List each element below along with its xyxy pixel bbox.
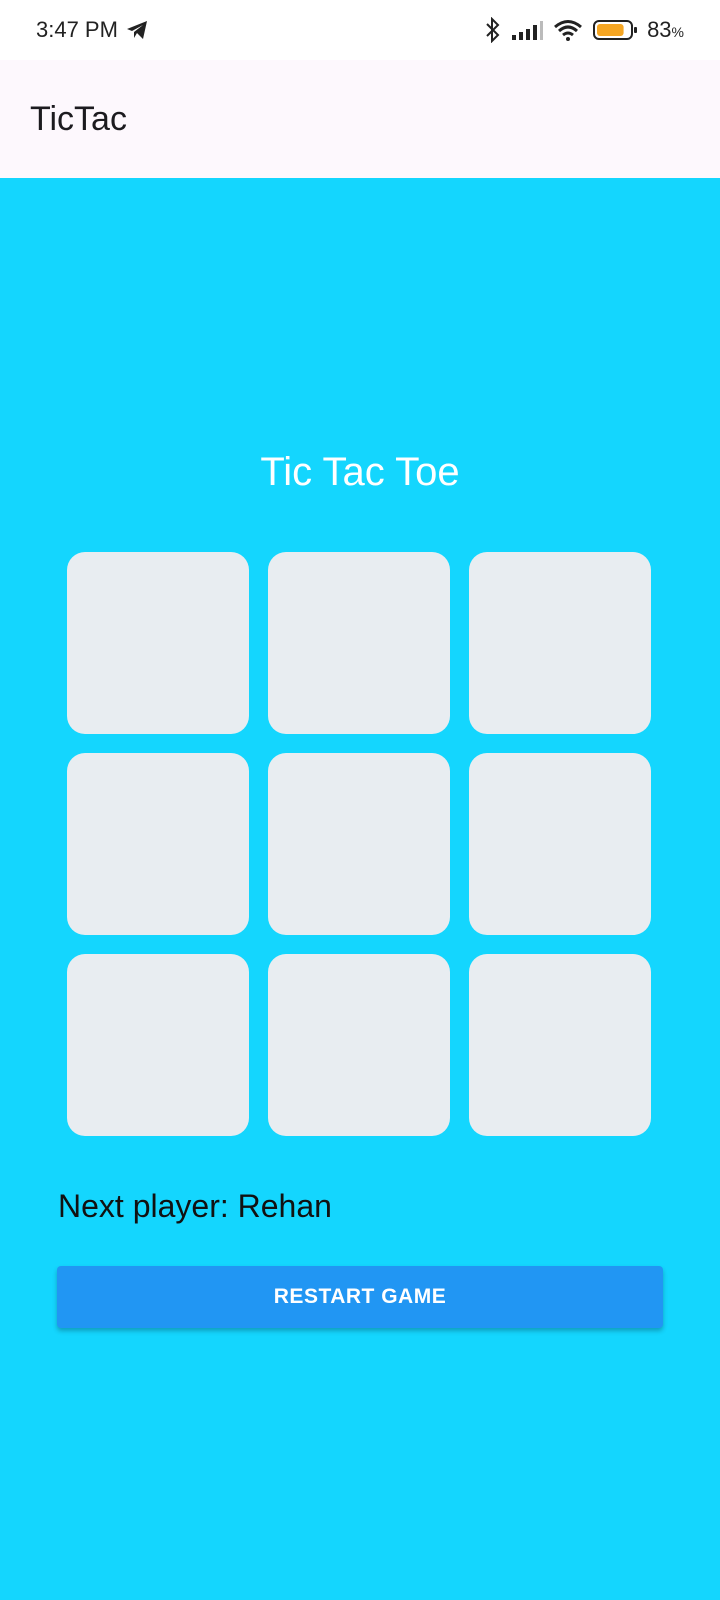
app-bar: TicTac [0, 60, 720, 178]
wifi-icon [553, 19, 583, 41]
telegram-icon [126, 20, 148, 40]
status-bar: 3:47 PM 83% [0, 0, 720, 60]
board-cell-3[interactable] [67, 753, 249, 935]
bluetooth-icon [485, 17, 501, 43]
board-cell-2[interactable] [469, 552, 651, 734]
board-cell-5[interactable] [469, 753, 651, 935]
battery-icon [593, 19, 638, 41]
next-player-label: Next player: Rehan [58, 1188, 332, 1224]
board-cell-0[interactable] [67, 552, 249, 734]
restart-game-button[interactable]: RESTART GAME [57, 1266, 663, 1328]
clock: 3:47 PM [36, 17, 118, 42]
game-board [67, 552, 653, 1138]
status-right: 83% [485, 17, 684, 43]
board-cell-8[interactable] [469, 954, 651, 1136]
board-cell-7[interactable] [268, 954, 450, 1136]
board-cell-4[interactable] [268, 753, 450, 935]
board-cell-6[interactable] [67, 954, 249, 1136]
game-screen: Tic Tac Toe Next player: Rehan RESTART G… [0, 178, 720, 1600]
signal-icon [511, 20, 544, 40]
board-cell-1[interactable] [268, 552, 450, 734]
app-title: TicTac [30, 99, 127, 138]
game-title: Tic Tac Toe [260, 450, 460, 494]
battery-percent: 83% [647, 17, 684, 42]
status-left: 3:47 PM [36, 17, 148, 43]
